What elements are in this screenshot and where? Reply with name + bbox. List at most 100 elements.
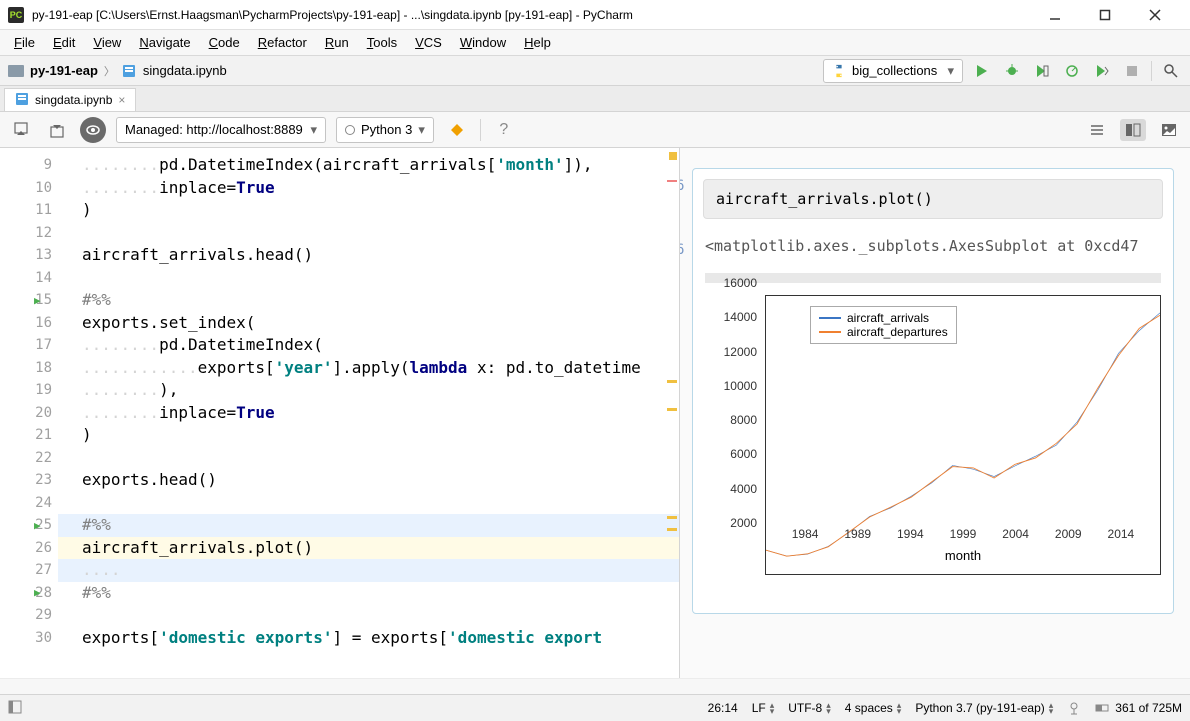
view-preview-icon[interactable]	[1156, 119, 1182, 141]
gutter-line[interactable]: 9	[0, 154, 58, 177]
status-caret-pos[interactable]: 26:14	[708, 701, 738, 715]
help-icon[interactable]: ?	[491, 117, 517, 143]
preview-toggle-icon[interactable]	[80, 117, 106, 143]
gutter-line[interactable]: 21	[0, 424, 58, 447]
gutter-line[interactable]: 16	[0, 312, 58, 335]
gutter-line[interactable]: 27	[0, 559, 58, 582]
gutter-line[interactable]: 26	[0, 537, 58, 560]
code-line[interactable]: ........pd.DatetimeIndex(	[82, 334, 679, 357]
gutter-line[interactable]: 12	[0, 222, 58, 245]
code-line[interactable]	[82, 222, 679, 245]
run-config-selector[interactable]: big_collections ▾	[823, 59, 963, 83]
gutter-line[interactable]: 25▶	[0, 514, 58, 537]
code-line[interactable]: )	[82, 424, 679, 447]
add-cell-above-icon[interactable]	[44, 117, 70, 143]
code-line[interactable]: ............exports['year'].apply(lambda…	[82, 357, 679, 380]
run-button[interactable]	[971, 60, 993, 82]
code-line[interactable]: ........inplace=True	[82, 402, 679, 425]
gutter-line[interactable]: 10	[0, 177, 58, 200]
menu-edit[interactable]: Edit	[45, 32, 83, 53]
gutter-line[interactable]: 20	[0, 402, 58, 425]
profile-button[interactable]	[1061, 60, 1083, 82]
chart-legend: aircraft_arrivalsaircraft_departures	[810, 306, 957, 344]
code-line[interactable]	[82, 447, 679, 470]
view-split-icon[interactable]	[1120, 119, 1146, 141]
restart-kernel-icon[interactable]	[444, 117, 470, 143]
menu-code[interactable]: Code	[201, 32, 248, 53]
menu-file[interactable]: File	[6, 32, 43, 53]
gutter-line[interactable]: 30	[0, 627, 58, 650]
code-line[interactable]: ........),	[82, 379, 679, 402]
gutter-line[interactable]: 28▶	[0, 582, 58, 605]
code-line[interactable]	[82, 267, 679, 290]
close-button[interactable]	[1140, 0, 1170, 30]
code-line[interactable]: exports.set_index(	[82, 312, 679, 335]
menu-navigate[interactable]: Navigate	[131, 32, 198, 53]
gutter-line[interactable]: 14	[0, 267, 58, 290]
code-line[interactable]	[82, 492, 679, 515]
maximize-button[interactable]	[1090, 0, 1120, 30]
gutter-line[interactable]: 29	[0, 604, 58, 627]
debug-button[interactable]	[1001, 60, 1023, 82]
code-line[interactable]: #%%	[82, 582, 679, 605]
gutter-line[interactable]: 15▶	[0, 289, 58, 312]
stop-button[interactable]	[1121, 60, 1143, 82]
menu-refactor[interactable]: Refactor	[250, 32, 315, 53]
add-cell-below-icon[interactable]	[8, 117, 34, 143]
gutter-line[interactable]: 23	[0, 469, 58, 492]
tab-close-icon[interactable]: ×	[118, 93, 125, 107]
run-cell-icon[interactable]: ▶	[34, 294, 41, 307]
code-line[interactable]: exports.head()	[82, 469, 679, 492]
code-line[interactable]: exports['domestic exports'] = exports['d…	[82, 627, 679, 650]
window-titlebar: PC py-191-eap [C:\Users\Ernst.Haagsman\P…	[0, 0, 1190, 30]
code-line[interactable]: ........pd.DatetimeIndex(aircraft_arriva…	[82, 154, 679, 177]
horizontal-scrollbar[interactable]	[0, 678, 1190, 694]
code-line[interactable]: aircraft_arrivals.plot()	[58, 537, 679, 560]
menu-vcs[interactable]: VCS	[407, 32, 450, 53]
gutter-line[interactable]: 13	[0, 244, 58, 267]
status-inspections-icon[interactable]	[1067, 701, 1081, 715]
menu-tools[interactable]: Tools	[359, 32, 405, 53]
run-cell-icon[interactable]: ▶	[34, 586, 41, 599]
menu-help[interactable]: Help	[516, 32, 559, 53]
minimize-button[interactable]	[1040, 0, 1070, 30]
menu-window[interactable]: Window	[452, 32, 514, 53]
chart-xticks: 1984198919941999200420092014	[763, 527, 1163, 543]
status-line-separator[interactable]: LF▴▾	[752, 701, 775, 715]
code-line[interactable]: #%%	[58, 514, 679, 537]
gutter-line[interactable]: 24	[0, 492, 58, 515]
gutter-line[interactable]: 11	[0, 199, 58, 222]
chevron-down-icon: ▾	[418, 122, 425, 138]
kernel-dropdown[interactable]: Python 3 ▾	[336, 117, 434, 143]
menu-view[interactable]: View	[85, 32, 129, 53]
menu-run[interactable]: Run	[317, 32, 357, 53]
view-code-only-icon[interactable]	[1084, 119, 1110, 141]
search-icon[interactable]	[1160, 60, 1182, 82]
folder-icon	[8, 65, 24, 77]
status-encoding[interactable]: UTF-8▴▾	[788, 701, 831, 715]
server-dropdown[interactable]: Managed: http://localhost:8889 ▾	[116, 117, 326, 143]
notebook-toolbar: Managed: http://localhost:8889 ▾ Python …	[0, 112, 1190, 148]
status-memory[interactable]: 361 of 725M	[1095, 701, 1182, 715]
status-bar: 26:14 LF▴▾ UTF-8▴▾ 4 spaces▴▾ Python 3.7…	[0, 694, 1190, 721]
code-line[interactable]: aircraft_arrivals.head()	[82, 244, 679, 267]
code-line[interactable]	[82, 604, 679, 627]
gutter-line[interactable]: 19	[0, 379, 58, 402]
code-line[interactable]: #%%	[82, 289, 679, 312]
gutter-line[interactable]: 22	[0, 447, 58, 470]
breadcrumb-project[interactable]: py-191-eap	[30, 63, 98, 78]
run-coverage-button[interactable]	[1031, 60, 1053, 82]
code-line[interactable]: ....	[58, 559, 679, 582]
run-cell-icon[interactable]: ▶	[34, 519, 41, 532]
tool-windows-icon[interactable]	[8, 700, 28, 717]
gutter-line[interactable]: 17	[0, 334, 58, 357]
breadcrumb-file[interactable]: singdata.ipynb	[143, 63, 227, 78]
tab-singdata[interactable]: singdata.ipynb ×	[4, 88, 136, 111]
gutter-line[interactable]: 18	[0, 357, 58, 380]
attach-button[interactable]	[1091, 60, 1113, 82]
status-indent[interactable]: 4 spaces▴▾	[845, 701, 902, 715]
code-line[interactable]: )	[82, 199, 679, 222]
code-line[interactable]: ........inplace=True	[82, 177, 679, 200]
code-editor[interactable]: ........pd.DatetimeIndex( aircraft_arriva…	[58, 148, 679, 720]
status-interpreter[interactable]: Python 3.7 (py-191-eap)▴▾	[915, 701, 1053, 715]
